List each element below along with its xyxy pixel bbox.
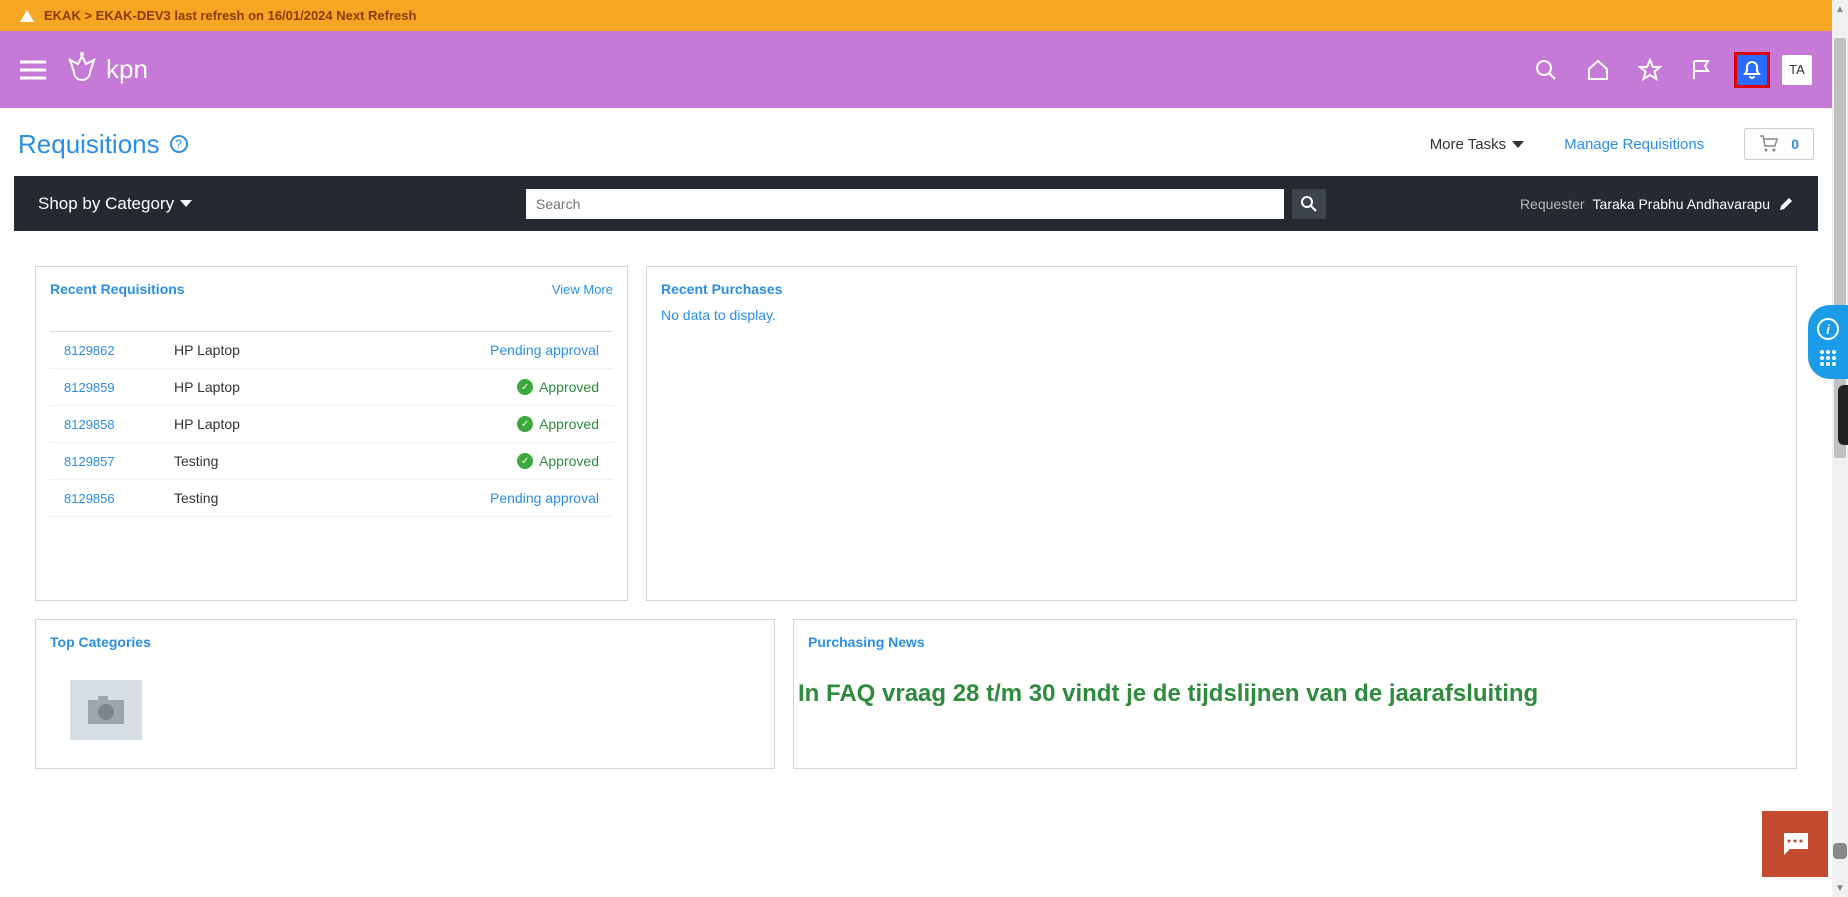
chat-icon: [1780, 831, 1810, 857]
scroll-up-arrow[interactable]: ▲: [1832, 0, 1848, 18]
requisition-id-link[interactable]: 8129859: [64, 380, 174, 395]
requisition-description: HP Laptop: [174, 379, 517, 395]
requisition-row: 8129859HP Laptop✓Approved: [50, 369, 613, 406]
catalog-search-button[interactable]: [1292, 189, 1326, 219]
star-icon[interactable]: [1630, 50, 1670, 90]
manage-requisitions-link[interactable]: Manage Requisitions: [1564, 136, 1704, 153]
recent-purchases-panel: Recent Purchases No data to display.: [646, 266, 1797, 601]
dialpad-icon: [1820, 350, 1836, 366]
warning-icon: [20, 10, 34, 22]
requisition-description: HP Laptop: [174, 342, 490, 358]
requisition-row: 8129858HP Laptop✓Approved: [50, 406, 613, 443]
shop-by-category-dropdown[interactable]: Shop by Category: [38, 194, 192, 214]
requisition-status[interactable]: Pending approval: [490, 490, 599, 506]
check-icon: ✓: [517, 379, 533, 395]
view-more-link[interactable]: View More: [552, 282, 613, 297]
requisition-row: 8129857Testing✓Approved: [50, 443, 613, 480]
check-icon: ✓: [517, 453, 533, 469]
top-categories-panel: Top Categories: [35, 619, 775, 769]
requisition-id-link[interactable]: 8129862: [64, 343, 174, 358]
global-header: kpn TA: [0, 31, 1832, 108]
camera-icon: [86, 694, 126, 726]
chevron-down-icon: [1512, 141, 1524, 148]
requisition-id-link[interactable]: 8129856: [64, 491, 174, 506]
catalog-search-input[interactable]: [526, 189, 1284, 219]
panel-title: Purchasing News: [808, 634, 925, 650]
cart-button[interactable]: 0: [1744, 128, 1814, 160]
requisition-id-link[interactable]: 8129857: [64, 454, 174, 469]
scrollbar[interactable]: ▲ ▼: [1832, 0, 1848, 897]
panel-title: Recent Requisitions: [50, 281, 185, 297]
environment-banner: EKAK > EKAK-DEV3 last refresh on 16/01/2…: [0, 0, 1832, 31]
requisition-id-link[interactable]: 8129858: [64, 417, 174, 432]
search-icon[interactable]: [1526, 50, 1566, 90]
search-icon: [1301, 196, 1317, 212]
requisition-status: ✓Approved: [517, 453, 599, 469]
check-icon: ✓: [517, 416, 533, 432]
menu-icon[interactable]: [20, 60, 46, 80]
category-image-placeholder[interactable]: [70, 680, 142, 740]
requisition-status[interactable]: Pending approval: [490, 342, 599, 358]
scroll-down-arrow[interactable]: ▼: [1832, 879, 1848, 897]
chevron-down-icon: [180, 200, 192, 207]
banner-text: EKAK > EKAK-DEV3 last refresh on 16/01/2…: [44, 8, 416, 23]
page-header: Requisitions ? More Tasks Manage Requisi…: [0, 108, 1832, 176]
help-widget[interactable]: i: [1808, 305, 1848, 379]
widget-drag-handle[interactable]: [1838, 385, 1848, 445]
notifications-icon[interactable]: [1734, 52, 1770, 88]
crown-icon: [64, 52, 100, 88]
panel-title: Recent Purchases: [661, 281, 782, 297]
requester-name: Taraka Prabhu Andhavarapu: [1593, 196, 1770, 212]
panel-title: Top Categories: [50, 634, 151, 650]
chat-button[interactable]: [1762, 811, 1828, 877]
news-headline: In FAQ vraag 28 t/m 30 vindt je de tijds…: [794, 660, 1796, 719]
page-title: Requisitions: [18, 129, 160, 160]
brand-logo[interactable]: kpn: [64, 52, 148, 88]
empty-message: No data to display.: [661, 307, 776, 323]
cart-count: 0: [1791, 136, 1799, 152]
requisition-row: 8129856TestingPending approval: [50, 480, 613, 517]
requisition-description: HP Laptop: [174, 416, 517, 432]
more-tasks-dropdown[interactable]: More Tasks: [1430, 136, 1524, 153]
cart-icon: [1759, 135, 1779, 153]
help-icon[interactable]: ?: [170, 135, 188, 153]
purchasing-news-panel: Purchasing News In FAQ vraag 28 t/m 30 v…: [793, 619, 1797, 769]
requisition-row: 8129862HP LaptopPending approval: [50, 332, 613, 369]
edit-icon[interactable]: [1778, 196, 1794, 212]
requester-field: Requester Taraka Prabhu Andhavarapu: [1520, 196, 1794, 212]
requisition-status: ✓Approved: [517, 379, 599, 395]
flag-icon[interactable]: [1682, 50, 1722, 90]
brand-text: kpn: [106, 54, 148, 85]
requisition-description: Testing: [174, 490, 490, 506]
home-icon[interactable]: [1578, 50, 1618, 90]
recent-requisitions-panel: Recent Requisitions View More 8129862HP …: [35, 266, 628, 601]
requisition-status: ✓Approved: [517, 416, 599, 432]
requisition-description: Testing: [174, 453, 517, 469]
user-avatar[interactable]: TA: [1782, 55, 1812, 85]
info-icon: i: [1817, 318, 1839, 340]
shop-bar: Shop by Category Requester Taraka Prabhu…: [14, 176, 1818, 231]
